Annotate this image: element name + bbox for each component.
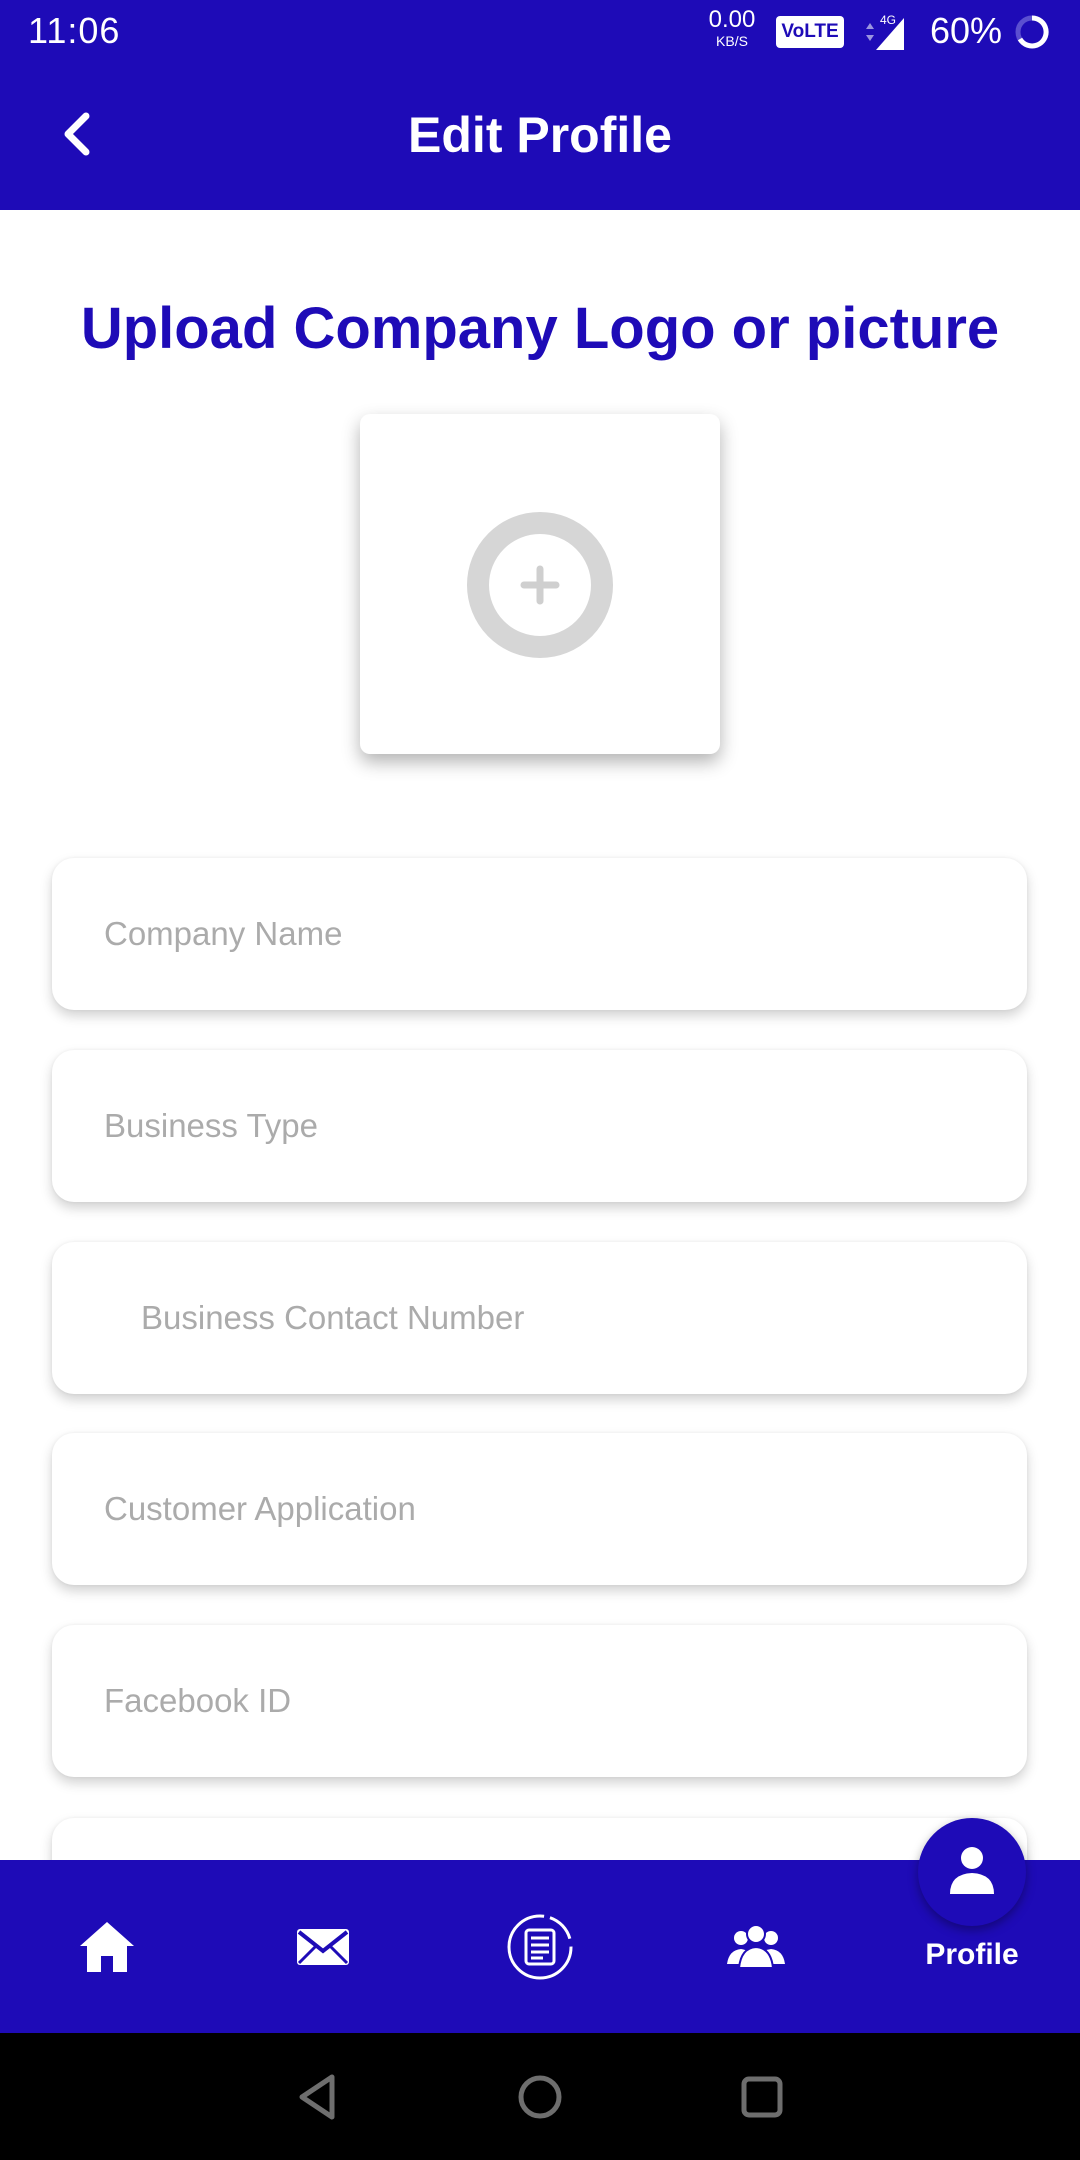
app-header: Edit Profile (0, 62, 1080, 210)
signal-icon: 4G (856, 12, 908, 52)
group-icon (727, 1924, 785, 1969)
nav-list-button[interactable] (505, 1912, 575, 1982)
system-home-button[interactable] (512, 2069, 568, 2125)
system-back-button[interactable] (292, 2069, 348, 2125)
business-contact-number-input[interactable] (141, 1242, 1021, 1394)
business-type-field[interactable] (52, 1050, 1027, 1202)
facebook-id-input[interactable] (104, 1625, 984, 1777)
nav-profile-button[interactable] (918, 1818, 1026, 1926)
business-contact-number-field[interactable] (52, 1242, 1027, 1394)
add-circle-icon (467, 512, 613, 658)
list-icon (507, 1914, 573, 1980)
nav-team-button[interactable] (721, 1912, 791, 1982)
person-icon (950, 1847, 994, 1894)
square-recents-icon (741, 2076, 783, 2118)
volte-badge: VoLTE (776, 16, 844, 48)
upload-title: Upload Company Logo or picture (80, 296, 1000, 361)
edit-profile-screen: 11:06 0.00 KB/S VoLTE 4G 60% Edit Profil… (0, 0, 1080, 2160)
home-icon (80, 1922, 134, 1972)
nav-messages-button[interactable] (288, 1912, 358, 1982)
company-name-input[interactable] (104, 858, 984, 1010)
network-speed-unit: KB/S (716, 33, 748, 49)
facebook-id-field[interactable] (52, 1625, 1027, 1777)
status-bar: 11:06 0.00 KB/S VoLTE 4G 60% (0, 0, 1080, 62)
system-nav-bar (0, 2033, 1080, 2160)
network-speed-value: 0.00 (708, 6, 756, 33)
network-speed: 0.00 KB/S (706, 6, 758, 49)
triangle-back-icon (299, 2074, 335, 2120)
status-time: 11:06 (28, 10, 121, 51)
company-name-field[interactable] (52, 858, 1027, 1010)
nav-profile-label: Profile (925, 1938, 1019, 1971)
system-recents-button[interactable] (734, 2069, 790, 2125)
customer-application-field[interactable] (52, 1433, 1027, 1585)
battery-percent: 60% (930, 10, 1003, 51)
business-type-input[interactable] (104, 1050, 984, 1202)
battery-icon (1014, 14, 1050, 50)
upload-logo-button[interactable] (360, 414, 720, 754)
customer-application-input[interactable] (104, 1433, 984, 1585)
nav-home-button[interactable] (72, 1912, 142, 1982)
page-title: Edit Profile (408, 107, 672, 163)
network-type-label: 4G (880, 13, 896, 27)
mail-icon (297, 1929, 349, 1965)
circle-home-icon (518, 2075, 562, 2119)
